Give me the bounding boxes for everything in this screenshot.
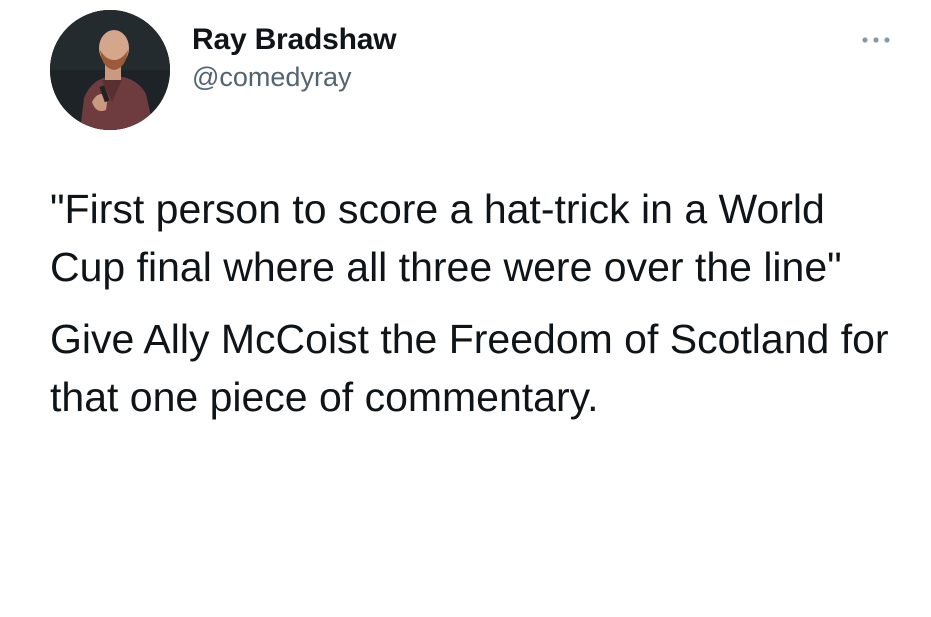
author-info: Ray Bradshaw @comedyray [192, 22, 397, 94]
author-display-name[interactable]: Ray Bradshaw [192, 22, 397, 58]
avatar[interactable] [50, 10, 170, 130]
tweet-paragraph: Give Ally McCoist the Freedom of Scotlan… [50, 316, 889, 420]
avatar-photo-icon [50, 10, 170, 130]
author-handle[interactable]: @comedyray [192, 60, 396, 94]
tweet-card: Ray Bradshaw @comedyray "First person to… [0, 0, 931, 617]
tweet-paragraph: "First person to score a hat-trick in a … [50, 186, 842, 290]
more-options-button[interactable] [856, 30, 896, 50]
tweet-body: "First person to score a hat-trick in a … [50, 180, 910, 426]
more-horizontal-icon [862, 37, 890, 43]
